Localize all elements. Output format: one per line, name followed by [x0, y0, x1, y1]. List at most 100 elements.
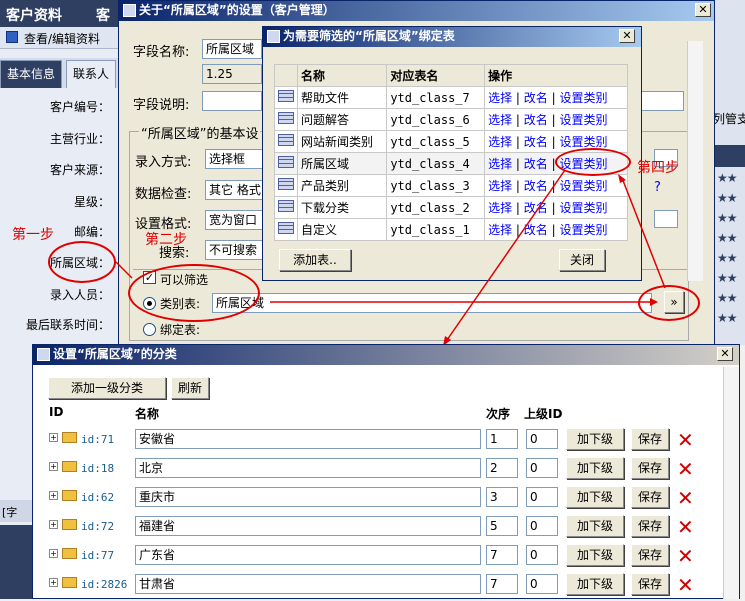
class-parent-input[interactable]: 0 — [526, 574, 558, 594]
background-tabs: 基本信息 联系人 — [0, 58, 120, 88]
set-class-link[interactable]: 设置类别 — [560, 135, 608, 149]
header-name: 名称 — [135, 407, 160, 421]
delete-icon[interactable]: ✕ — [677, 459, 694, 479]
rename-link[interactable]: 改名 — [524, 201, 548, 215]
expand-plus-icon[interactable]: + — [49, 520, 58, 529]
bind-row-table: ytd_class_6 — [386, 108, 486, 131]
delete-icon[interactable]: ✕ — [677, 430, 694, 450]
select-link[interactable]: 选择 — [488, 157, 512, 171]
class-name-input[interactable]: 广东省 — [135, 545, 481, 565]
class-name-input[interactable]: 甘肃省 — [135, 574, 481, 594]
select-link[interactable]: 选择 — [488, 113, 512, 127]
bind-table-title: 为需要筛选的“所属区域”绑定表 — [283, 29, 455, 43]
class-name-input[interactable]: 重庆市 — [135, 487, 481, 507]
class-parent-input[interactable]: 0 — [526, 458, 558, 478]
separator: | — [515, 157, 520, 171]
class-parent-input[interactable]: 0 — [526, 545, 558, 565]
expand-plus-icon[interactable]: + — [49, 578, 58, 587]
format-select[interactable]: 宽为窗口 — [205, 210, 265, 230]
refresh-button[interactable]: 刷新 — [171, 377, 209, 399]
class-order-input[interactable]: 7 — [486, 574, 518, 594]
add-sub-button[interactable]: 加下级 — [566, 573, 624, 595]
class-order-input[interactable]: 1 — [486, 429, 518, 449]
class-parent-input[interactable]: 0 — [526, 516, 558, 536]
rename-link[interactable]: 改名 — [524, 179, 548, 193]
bind-table-radio[interactable] — [143, 323, 156, 336]
set-class-link[interactable]: 设置类别 — [560, 201, 608, 215]
save-button[interactable]: 保存 — [631, 515, 669, 537]
field-version-input[interactable]: 1.25 — [202, 64, 262, 84]
expand-plus-icon[interactable]: + — [49, 491, 58, 500]
format-end[interactable] — [654, 210, 678, 228]
class-parent-input[interactable]: 0 — [526, 429, 558, 449]
save-button[interactable]: 保存 — [631, 544, 669, 566]
bind-table-row[interactable]: 帮助文件 ytd_class_7 选择 | 改名 | 设置类别 — [274, 86, 628, 109]
save-button[interactable]: 保存 — [631, 486, 669, 508]
bind-row-name: 所属区域 — [296, 152, 388, 175]
data-check-select[interactable]: 其它 格式 — [205, 180, 265, 200]
delete-icon[interactable]: ✕ — [677, 546, 694, 566]
bind-table-row[interactable]: 自定义 ytd_class_1 选择 | 改名 | 设置类别 — [274, 218, 628, 241]
expand-plus-icon[interactable]: + — [49, 549, 58, 558]
close-icon[interactable]: ✕ — [619, 29, 635, 43]
rename-link[interactable]: 改名 — [524, 91, 548, 105]
select-link[interactable]: 选择 — [488, 201, 512, 215]
class-parent-input[interactable]: 0 — [526, 487, 558, 507]
class-order-input[interactable]: 5 — [486, 516, 518, 536]
add-sub-button[interactable]: 加下级 — [566, 515, 624, 537]
add-sub-button[interactable]: 加下级 — [566, 428, 624, 450]
class-name-input[interactable]: 福建省 — [135, 516, 481, 536]
expand-plus-icon[interactable]: + — [49, 433, 58, 442]
expand-plus-icon[interactable]: + — [49, 462, 58, 471]
class-name-input[interactable]: 安徽省 — [135, 429, 481, 449]
delete-icon[interactable]: ✕ — [677, 575, 694, 595]
tab-contacts[interactable]: 联系人 — [66, 60, 117, 88]
field-name-input[interactable]: 所属区域 — [202, 39, 262, 59]
add-sub-button[interactable]: 加下级 — [566, 486, 624, 508]
class-table-input[interactable]: 所属区域 — [212, 293, 652, 313]
save-button[interactable]: 保存 — [631, 573, 669, 595]
add-table-button[interactable]: 添加表.. — [279, 249, 351, 271]
rename-link[interactable]: 改名 — [524, 223, 548, 237]
bind-table-row[interactable]: 下载分类 ytd_class_2 选择 | 改名 | 设置类别 — [274, 196, 628, 219]
close-icon[interactable]: ✕ — [717, 347, 733, 361]
class-name-input[interactable]: 北京 — [135, 458, 481, 478]
add-sub-button[interactable]: 加下级 — [566, 457, 624, 479]
close-button[interactable]: 关闭 — [559, 249, 605, 271]
class-order-input[interactable]: 2 — [486, 458, 518, 478]
set-class-link[interactable]: 设置类别 — [560, 179, 608, 193]
menu-customer-data[interactable]: 客户资料 — [6, 5, 62, 25]
rename-link[interactable]: 改名 — [524, 113, 548, 127]
delete-icon[interactable]: ✕ — [677, 488, 694, 508]
search-select[interactable]: 不可搜索 — [205, 240, 265, 260]
field-desc-input[interactable] — [202, 91, 262, 111]
save-button[interactable]: 保存 — [631, 457, 669, 479]
input-mode-select[interactable]: 选择框 — [205, 149, 265, 169]
field-settings-scrollbar[interactable] — [687, 41, 703, 281]
rename-link[interactable]: 改名 — [524, 157, 548, 171]
select-link[interactable]: 选择 — [488, 91, 512, 105]
separator: | — [515, 201, 520, 215]
select-link[interactable]: 选择 — [488, 135, 512, 149]
class-order-input[interactable]: 7 — [486, 545, 518, 565]
separator: | — [515, 179, 520, 193]
set-class-link[interactable]: 设置类别 — [560, 91, 608, 105]
close-icon[interactable]: ✕ — [695, 3, 711, 17]
help-icon[interactable]: ? — [654, 180, 661, 195]
add-top-class-button[interactable]: 添加一级分类 — [48, 377, 166, 399]
tab-basic-info[interactable]: 基本信息 — [0, 60, 63, 88]
select-link[interactable]: 选择 — [488, 179, 512, 193]
delete-icon[interactable]: ✕ — [677, 517, 694, 537]
class-order-input[interactable]: 3 — [486, 487, 518, 507]
menu-customer[interactable]: 客 — [96, 5, 110, 25]
rename-link[interactable]: 改名 — [524, 135, 548, 149]
set-class-link[interactable]: 设置类别 — [560, 223, 608, 237]
save-button[interactable]: 保存 — [631, 428, 669, 450]
set-class-link[interactable]: 设置类别 — [560, 113, 608, 127]
select-link[interactable]: 选择 — [488, 223, 512, 237]
bind-row-name: 问题解答 — [296, 108, 388, 131]
class-settings-scrollbar[interactable] — [723, 367, 739, 599]
bind-table-row[interactable]: 产品类别 ytd_class_3 选择 | 改名 | 设置类别 — [274, 174, 628, 197]
add-sub-button[interactable]: 加下级 — [566, 544, 624, 566]
bind-table-row[interactable]: 问题解答 ytd_class_6 选择 | 改名 | 设置类别 — [274, 108, 628, 131]
